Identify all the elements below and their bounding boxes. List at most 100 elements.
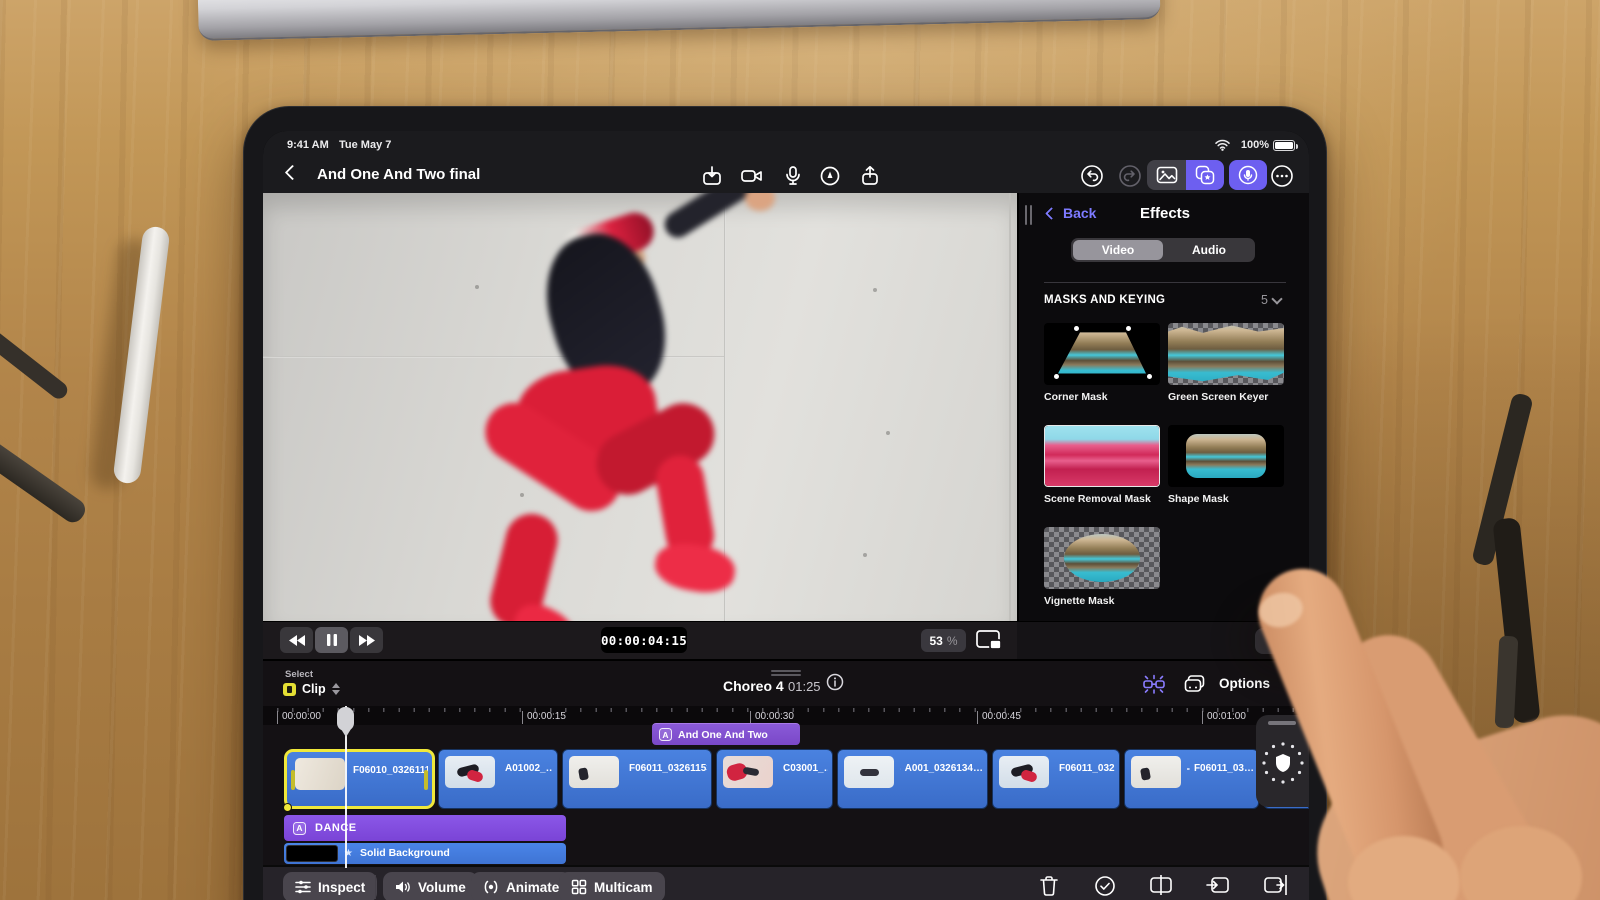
effect-shape-mask[interactable]: Shape Mask xyxy=(1168,425,1284,505)
clip-mode-icon xyxy=(283,682,296,696)
timeline-clip[interactable]: F06011_03… xyxy=(1124,749,1259,809)
more-icon[interactable] xyxy=(1269,163,1295,189)
timeline-clip[interactable]: C03001_… xyxy=(716,749,833,809)
rewind-button[interactable] xyxy=(280,627,313,653)
jog-dial-icon[interactable] xyxy=(1261,741,1305,785)
clip-thumbnail xyxy=(844,756,894,788)
timeline: Select Clip Choreo 4 01:25 Options 00:00… xyxy=(263,659,1309,900)
effect-green-screen-keyer[interactable]: Green Screen Keyer xyxy=(1168,323,1284,403)
clip-thumbnail xyxy=(295,758,345,790)
import-icon[interactable] xyxy=(699,163,725,189)
video-preview[interactable] xyxy=(263,193,1017,621)
masks-section-count[interactable]: 5 xyxy=(1261,292,1283,307)
desk-tool-left-1 xyxy=(0,327,71,402)
panel-footer-button[interactable] xyxy=(1255,628,1301,654)
effect-scene-removal-mask[interactable]: Scene Removal Mask xyxy=(1044,425,1160,505)
masks-section-title: MASKS AND KEYING xyxy=(1044,294,1166,306)
clip-thumbnail xyxy=(445,756,495,788)
jog-wheel-panel[interactable] xyxy=(1256,715,1309,807)
pause-button[interactable] xyxy=(315,627,348,653)
volume-button[interactable]: Volume xyxy=(383,872,478,900)
insert-clip-icon[interactable] xyxy=(1206,875,1229,897)
chevron-up-down-icon xyxy=(331,683,340,695)
undo-icon[interactable] xyxy=(1079,163,1105,189)
trim-handle-left[interactable] xyxy=(291,770,295,790)
transport-bar: 00:00:04:15 53 % xyxy=(263,621,1017,659)
vignette-mask-thumbnail xyxy=(1044,527,1160,589)
timeline-clip-selected[interactable]: F06010_03261118 xyxy=(283,749,435,812)
camera-icon[interactable] xyxy=(739,163,765,189)
effects-button[interactable] xyxy=(1186,160,1224,190)
timeline-project-duration: 01:25 xyxy=(788,679,821,694)
effect-corner-mask[interactable]: Corner Mask xyxy=(1044,323,1160,403)
clip-mode-selector[interactable]: Clip xyxy=(283,682,340,696)
pencil-tool-icon[interactable] xyxy=(817,163,843,189)
scene-removal-thumbnail xyxy=(1044,425,1160,487)
clip-thumbnail xyxy=(1131,756,1181,788)
dancer-figure xyxy=(263,193,1017,621)
mic-icon[interactable] xyxy=(780,163,806,189)
delete-icon[interactable] xyxy=(1039,875,1061,897)
effects-panel-title: Effects xyxy=(1139,205,1191,222)
media-browser-button[interactable] xyxy=(1147,160,1186,190)
video-audio-segmented: Video Audio xyxy=(1071,238,1255,262)
approve-icon[interactable] xyxy=(1094,875,1116,897)
zoom-level[interactable]: 53 % xyxy=(921,629,966,652)
timeline-grab-handle[interactable] xyxy=(771,674,801,676)
ruler-label: 00:00:45 xyxy=(977,711,1021,724)
timeline-clip[interactable]: A001_0326134… xyxy=(837,749,988,809)
ipad-device: 9:41 AM Tue May 7 100% And One And Two f… xyxy=(243,106,1327,900)
clip-thumbnail xyxy=(723,756,773,788)
toolbar-divider xyxy=(375,875,376,899)
clip-a-badge: A xyxy=(293,821,306,835)
connected-title-clip[interactable]: A And One And Two xyxy=(652,723,800,745)
divider xyxy=(1044,282,1286,283)
fast-forward-button[interactable] xyxy=(350,627,383,653)
dance-audio-track[interactable]: A DANCE xyxy=(284,815,566,841)
bottom-toolbar: Inspect Volume Animate Multicam xyxy=(263,865,1309,900)
info-icon[interactable] xyxy=(826,673,844,691)
green-screen-keyer-thumbnail xyxy=(1168,323,1284,385)
animate-button[interactable]: Animate xyxy=(471,872,572,900)
tab-video[interactable]: Video xyxy=(1073,240,1163,260)
voiceover-button[interactable] xyxy=(1229,160,1267,190)
clip-thumbnail xyxy=(999,756,1049,788)
inspect-button[interactable]: Inspect xyxy=(283,872,378,900)
solid-background-track[interactable]: ★ Solid Background xyxy=(284,843,566,864)
hand-knuckles xyxy=(1295,693,1600,900)
playhead-handle[interactable] xyxy=(337,707,354,737)
redo-icon[interactable] xyxy=(1117,163,1143,189)
jog-grip xyxy=(1268,721,1296,725)
effects-panel-footer xyxy=(1017,621,1309,659)
timecode-display: 00:00:04:15 xyxy=(601,627,687,653)
split-clip-icon[interactable] xyxy=(1149,875,1172,897)
background-thumbnail xyxy=(286,845,338,862)
chevron-down-icon xyxy=(1271,292,1283,305)
select-label: Select xyxy=(285,669,313,680)
effect-vignette-mask[interactable]: Vignette Mask xyxy=(1044,527,1160,607)
desk-tool-left-2 xyxy=(0,433,90,527)
battery-icon xyxy=(1273,140,1298,151)
primary-storyline: F06010_03261118 A01002_… F06011_03261153… xyxy=(263,748,1309,812)
share-icon[interactable] xyxy=(857,163,883,189)
timeline-clip[interactable]: A01002_… xyxy=(438,749,558,809)
timeline-clip[interactable]: F06011_03261153_… xyxy=(562,749,712,809)
shape-mask-thumbnail xyxy=(1168,425,1284,487)
display-output-icon[interactable] xyxy=(975,628,1003,652)
title-bar: And One And Two final xyxy=(263,159,1309,193)
tab-audio[interactable]: Audio xyxy=(1163,238,1255,262)
effects-panel: Back Effects Video Audio MASKS AND KEYIN… xyxy=(1017,193,1309,621)
connect-clips-icon[interactable] xyxy=(1141,673,1167,695)
corner-mask-thumbnail xyxy=(1044,323,1160,385)
timeline-clip[interactable]: F06011_032… xyxy=(992,749,1120,809)
back-icon[interactable] xyxy=(284,164,301,181)
append-clip-icon[interactable] xyxy=(1263,875,1287,897)
multicam-button[interactable]: Multicam xyxy=(559,872,665,900)
options-button[interactable]: Options xyxy=(1219,676,1270,691)
timeline-grab-handle[interactable] xyxy=(771,670,801,672)
trim-handle-right[interactable] xyxy=(424,770,428,790)
overlay-clips-icon[interactable] xyxy=(1183,673,1207,695)
status-date: Tue May 7 xyxy=(339,139,392,151)
ruler-label: 00:00:00 xyxy=(277,711,321,724)
status-bar: 9:41 AM Tue May 7 100% xyxy=(263,131,1309,159)
